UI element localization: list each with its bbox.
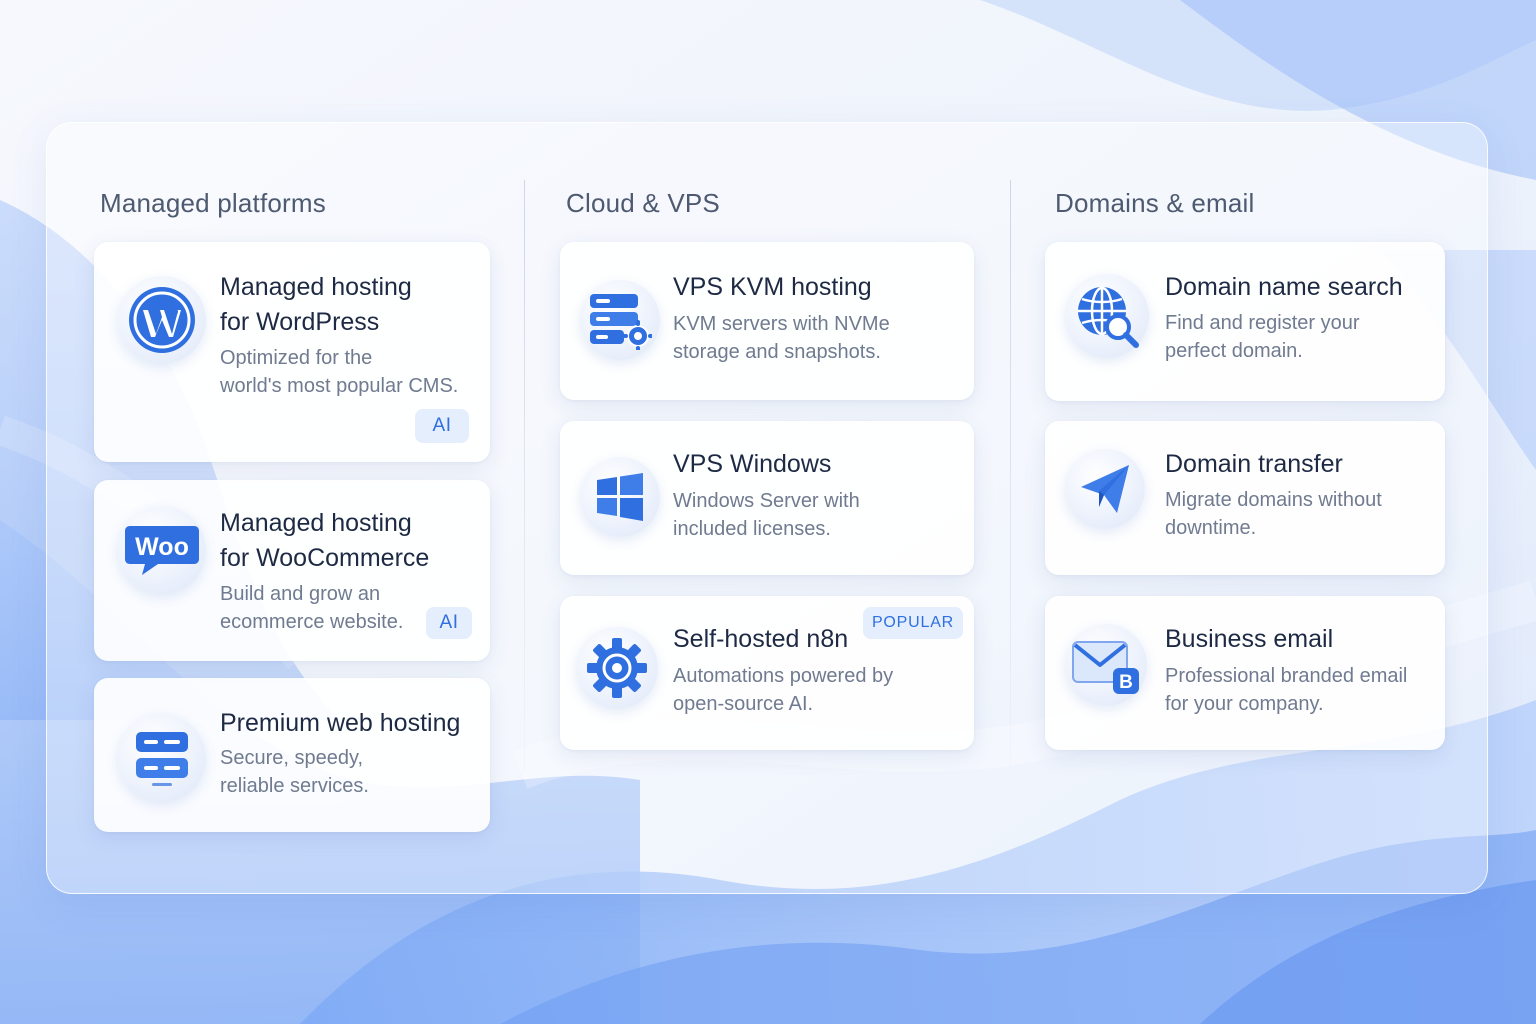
card-description: Build and grow an ecommerce website.: [220, 583, 404, 633]
card-description: Find and register your perfect domain.: [1165, 312, 1360, 362]
card-description: Secure, speedy, reliable services.: [220, 747, 369, 797]
svg-text:B: B: [1119, 672, 1133, 693]
column-divider-2: [1010, 180, 1011, 770]
card-domain-name-search[interactable]: Domain name search Find and register you…: [1045, 242, 1445, 401]
envelope-icon: B: [1065, 624, 1147, 706]
column-divider-1: [524, 180, 525, 770]
woocommerce-icon: Woo: [118, 506, 206, 594]
windows-icon: [580, 457, 660, 537]
ai-badge: AI: [426, 607, 472, 639]
card-business-email[interactable]: B Business email Professional branded em…: [1045, 596, 1445, 750]
card-title: VPS Windows: [673, 450, 832, 478]
card-description: Windows Server with included licenses.: [673, 490, 860, 540]
card-description: Automations powered by open-source AI.: [673, 665, 894, 715]
card-self-hosted-n8n[interactable]: Self-hosted n8n Automations powered by o…: [560, 596, 974, 750]
card-description: Optimized for the world's most popular C…: [220, 347, 459, 397]
card-managed-wordpress[interactable]: Managed hosting for WordPress Optimized …: [94, 242, 490, 462]
gear-icon: [576, 627, 658, 709]
card-title: Business email: [1165, 625, 1334, 653]
card-vps-windows[interactable]: VPS Windows Windows Server with included…: [560, 421, 974, 575]
card-domain-transfer[interactable]: Domain transfer Migrate domains without …: [1045, 421, 1445, 575]
server-stack-icon: [118, 714, 206, 802]
card-description: Professional branded email for your comp…: [1165, 665, 1408, 715]
card-title: Domain name search: [1165, 273, 1403, 301]
card-title: Managed hosting for WooCommerce: [220, 509, 430, 572]
card-premium-web-hosting[interactable]: Premium web hosting Secure, speedy, reli…: [94, 678, 490, 832]
card-vps-kvm-hosting[interactable]: VPS KVM hosting KVM servers with NVMe st…: [560, 242, 974, 400]
wordpress-icon: [118, 276, 206, 364]
column-heading-cloud-vps: Cloud & VPS: [566, 188, 720, 218]
column-heading-managed-platforms: Managed platforms: [100, 188, 326, 218]
server-gear-icon: [580, 280, 660, 360]
card-title: Premium web hosting: [220, 709, 461, 737]
ai-badge: AI: [415, 409, 469, 443]
globe-search-icon: [1065, 274, 1149, 358]
card-description: KVM servers with NVMe storage and snapsh…: [673, 313, 890, 363]
card-managed-woocommerce[interactable]: Woo Managed hosting for WooCommerce Buil…: [94, 480, 490, 661]
card-title: Domain transfer: [1165, 450, 1343, 478]
card-title: Managed hosting for WordPress: [220, 273, 412, 336]
paper-plane-icon: [1065, 449, 1145, 529]
popular-badge: POPULAR: [863, 607, 963, 639]
card-title: Self-hosted n8n: [673, 625, 849, 653]
card-description: Migrate domains without downtime.: [1165, 489, 1382, 539]
card-title: VPS KVM hosting: [673, 273, 872, 301]
column-heading-domains-email: Domains & email: [1055, 188, 1255, 218]
svg-text:Woo: Woo: [135, 533, 189, 561]
